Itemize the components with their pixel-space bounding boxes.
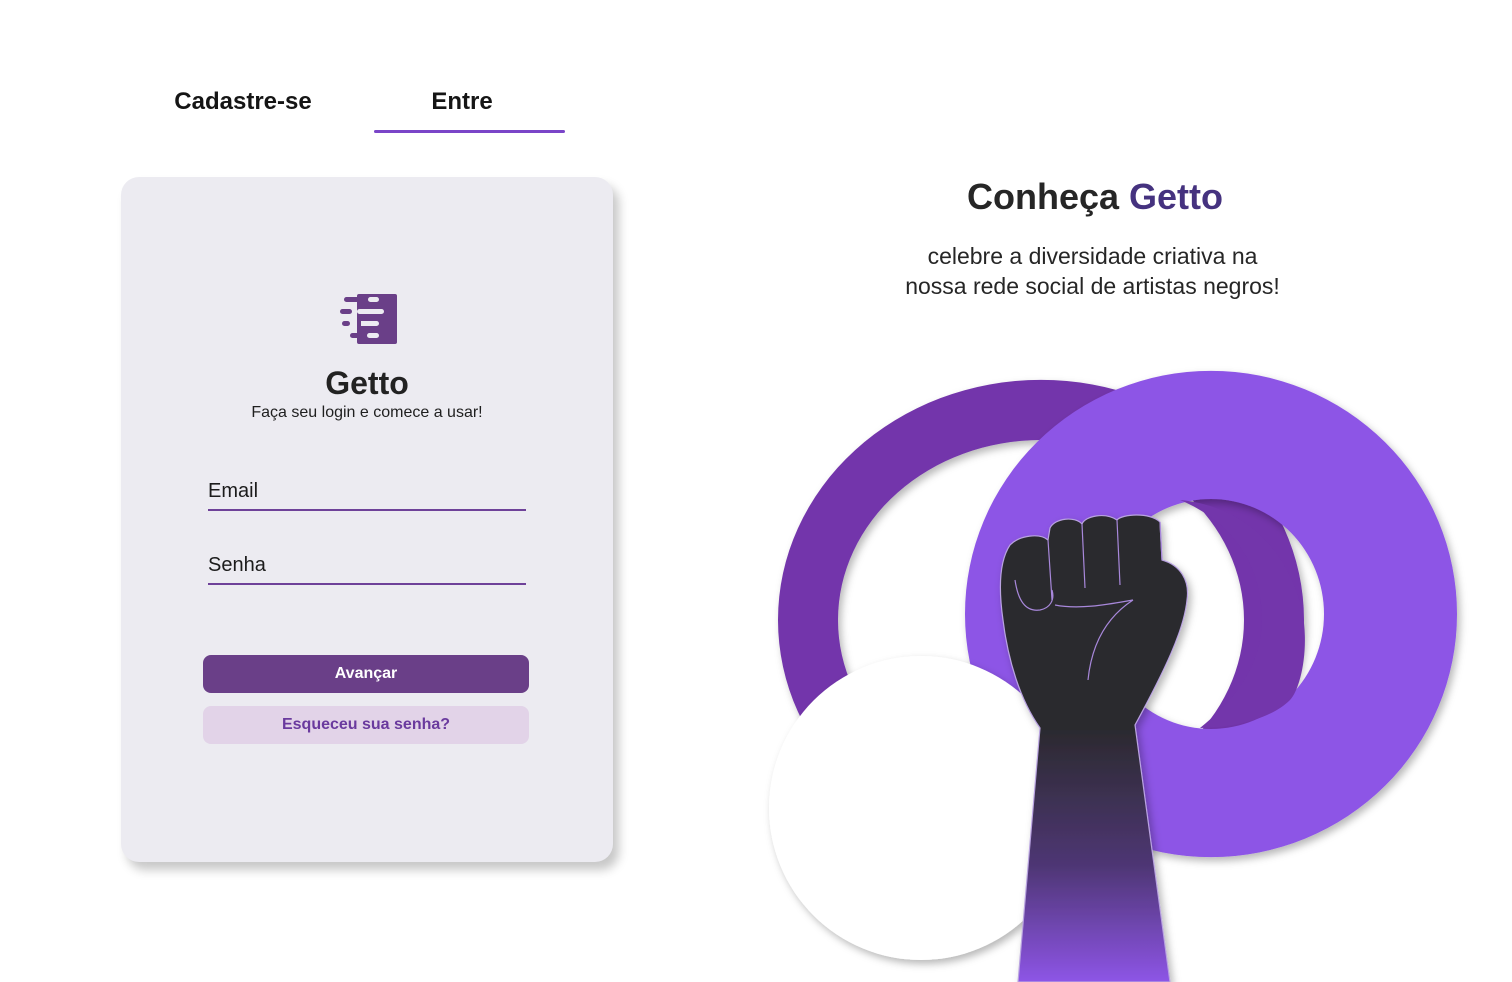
promo-title-accent: Getto bbox=[1129, 176, 1224, 217]
brand-name: Getto bbox=[325, 365, 409, 401]
promo-subtitle: celebre a diversidade criativa na nossa … bbox=[830, 241, 1355, 301]
submit-button[interactable]: Avançar bbox=[203, 655, 529, 693]
promo-subtitle-line1: celebre a diversidade criativa na bbox=[927, 243, 1258, 269]
promo-subtitle-line2: nossa rede social de artistas negros! bbox=[905, 273, 1280, 299]
promo-title-prefix: Conheça bbox=[966, 176, 1120, 217]
active-tab-indicator bbox=[374, 130, 565, 133]
email-field[interactable]: Email bbox=[208, 475, 526, 511]
email-label: Email bbox=[208, 480, 259, 502]
auth-tabs: Cadastre-se Entre bbox=[130, 80, 570, 136]
getto-logo-icon bbox=[340, 294, 397, 344]
login-tagline: Faça seu login e comece a usar! bbox=[251, 404, 483, 421]
login-card: Getto Faça seu login e comece a usar! Em… bbox=[121, 177, 613, 862]
promo-title: Conheça Getto bbox=[830, 176, 1360, 218]
password-field[interactable]: Senha bbox=[208, 549, 526, 585]
tab-login[interactable]: Entre bbox=[382, 88, 542, 116]
raised-fist-illustration bbox=[769, 370, 1457, 982]
page: Cadastre-se Entre Getto Faça seu login e… bbox=[0, 0, 1512, 982]
password-label: Senha bbox=[208, 554, 266, 576]
tab-signup[interactable]: Cadastre-se bbox=[168, 88, 318, 116]
forgot-password-button[interactable]: Esqueceu sua senha? bbox=[203, 706, 529, 744]
